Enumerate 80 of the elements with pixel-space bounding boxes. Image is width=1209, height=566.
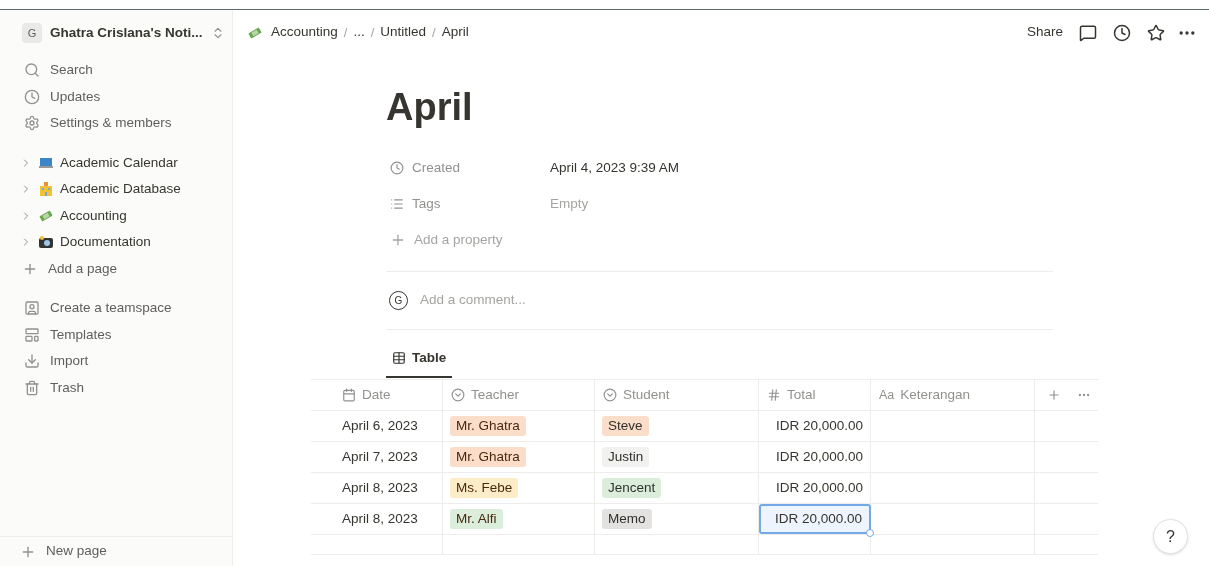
page-label: Accounting xyxy=(60,206,127,225)
history-icon[interactable] xyxy=(1113,23,1131,42)
sidebar-item[interactable]: Settings & members xyxy=(0,110,232,137)
breadcrumb-link[interactable]: Untitled xyxy=(380,22,427,43)
page-label: Academic Database xyxy=(60,180,181,199)
sidebar-item[interactable]: Trash xyxy=(0,374,232,401)
student-tag: Jencent xyxy=(602,478,662,499)
table-cell: April 6, 2023 xyxy=(311,411,443,442)
plus-icon xyxy=(390,232,406,248)
view-tab[interactable]: Table xyxy=(386,348,453,379)
settings-icon xyxy=(24,115,40,132)
sidebar-label: Import xyxy=(50,352,89,371)
property-value[interactable]: April 4, 2023 9:39 AM xyxy=(550,157,680,179)
page-label: Academic Calendar xyxy=(60,153,178,172)
breadcrumb-separator: / xyxy=(432,23,436,42)
table-cell[interactable]: IDR 20,000.00 xyxy=(759,442,871,473)
teacher-tag: Mr. Alfi xyxy=(450,509,503,530)
sidebar-label: Trash xyxy=(50,378,84,397)
calendar-icon xyxy=(342,388,356,403)
sidebar-item[interactable]: Create a teamspace xyxy=(0,295,232,322)
new-page-button[interactable]: New page xyxy=(0,536,232,566)
breadcrumb-separator: / xyxy=(343,23,348,42)
breadcrumb-separator: / xyxy=(370,23,375,42)
student-tag: Memo xyxy=(602,509,652,530)
add-page-item[interactable]: Add a page xyxy=(0,255,232,282)
sidebar-page-item[interactable]: Academic Database xyxy=(0,176,232,203)
workspace-switcher[interactable]: G Ghatra Crislana's Noti... xyxy=(0,21,232,45)
sidebar-label: Templates xyxy=(50,325,112,344)
number-icon xyxy=(767,388,781,403)
breadcrumb-link[interactable]: April xyxy=(441,22,469,43)
teacher-tag: Mr. Ghatra xyxy=(450,447,526,468)
trash-icon xyxy=(24,379,40,396)
add-page-label: Add a page xyxy=(48,259,118,278)
table-icon xyxy=(392,351,406,366)
table-cell[interactable]: IDR 20,000.00 xyxy=(759,504,871,535)
sidebar-page-item[interactable]: Academic Calendar xyxy=(0,149,232,176)
table-cell: April 8, 2023 xyxy=(311,473,443,504)
workspace-name: Ghatra Crislana's Noti... xyxy=(50,23,203,42)
clock-icon xyxy=(390,161,404,175)
property-name: Tags xyxy=(412,194,441,213)
comment-icon[interactable] xyxy=(1079,23,1097,42)
student-tag: Steve xyxy=(602,416,649,437)
sidebar-label: Create a teamspace xyxy=(50,299,172,318)
sidebar-item[interactable]: Templates xyxy=(0,321,232,348)
table-cell[interactable]: IDR 20,000.00 xyxy=(759,411,871,442)
templates-icon xyxy=(24,326,40,343)
select-icon xyxy=(451,388,465,403)
workspace-avatar: G xyxy=(22,23,42,43)
teacher-tag: Mr. Ghatra xyxy=(450,416,526,437)
page-label: Documentation xyxy=(60,233,151,252)
breadcrumb-link[interactable]: ... xyxy=(353,22,365,43)
sidebar-item[interactable]: Import xyxy=(0,348,232,375)
clock-icon xyxy=(24,88,40,105)
sidebar-label: Search xyxy=(50,61,93,80)
property-name: Created xyxy=(412,158,461,177)
download-icon xyxy=(24,353,40,370)
star-icon[interactable] xyxy=(1147,23,1165,42)
building-icon xyxy=(38,181,54,198)
table-cell: April 8, 2023 xyxy=(311,504,443,535)
camera-icon xyxy=(38,234,54,251)
select-icon xyxy=(603,388,617,403)
table-cell[interactable]: IDR 20,000.00 xyxy=(759,473,871,504)
list-icon xyxy=(390,197,404,211)
help-button[interactable]: ? xyxy=(1153,519,1188,554)
teacher-tag: Ms. Febe xyxy=(450,478,519,499)
sidebar-item[interactable]: Search xyxy=(0,57,232,84)
table-cell: April 7, 2023 xyxy=(311,442,443,473)
sidebar-page-item[interactable]: Accounting xyxy=(0,202,232,229)
sidebar-page-item[interactable]: Documentation xyxy=(0,229,232,256)
teamspace-icon xyxy=(24,300,40,317)
student-tag: Justin xyxy=(602,447,650,468)
sidebar-item[interactable]: Updates xyxy=(0,83,232,110)
page-title: April xyxy=(386,88,474,126)
breadcrumb-link[interactable]: Accounting xyxy=(271,22,338,43)
search-icon xyxy=(24,62,40,79)
text-type-icon: Aa xyxy=(879,385,895,405)
resize-handle[interactable] xyxy=(866,529,874,538)
sidebar-label: Settings & members xyxy=(50,114,172,133)
share-button[interactable]: Share xyxy=(1026,22,1063,43)
sidebar-label: Updates xyxy=(50,87,101,106)
